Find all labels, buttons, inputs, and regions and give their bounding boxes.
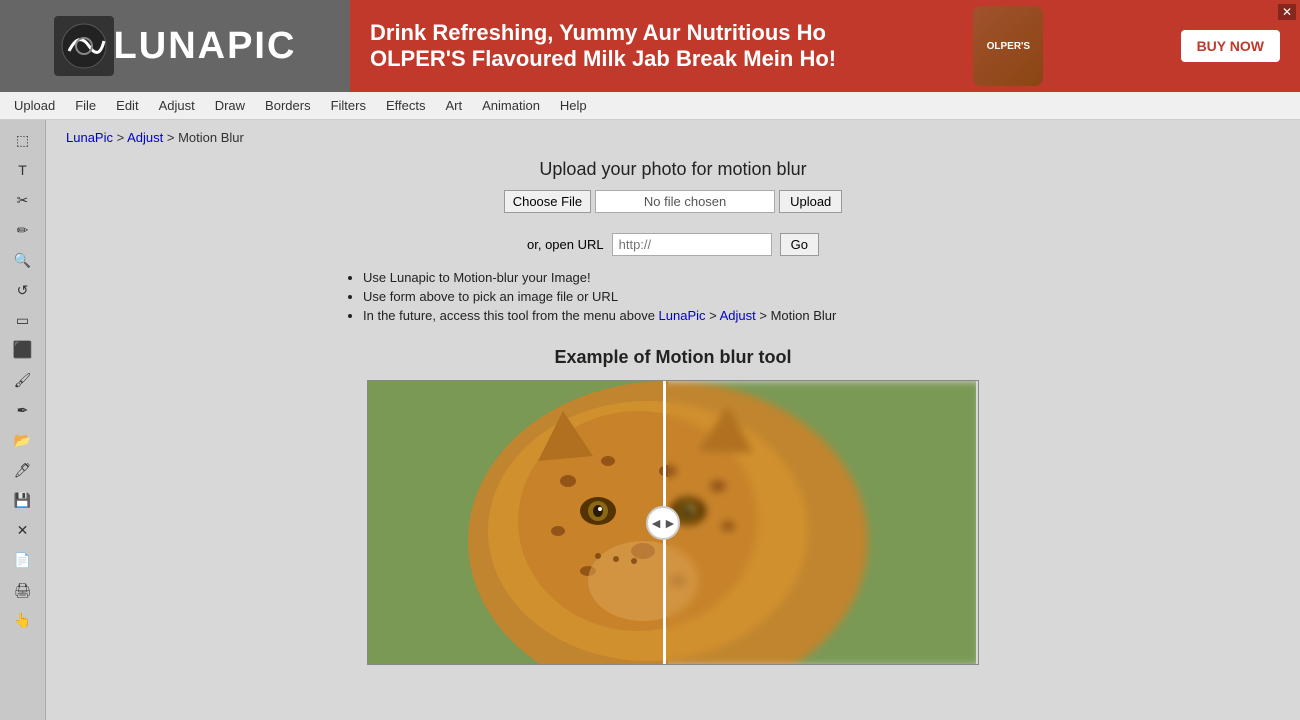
image-right-panel	[668, 381, 976, 665]
navbar: Upload File Edit Adjust Draw Borders Fil…	[0, 92, 1300, 120]
logo-label: LUNAPIC	[114, 25, 297, 68]
tool-undo[interactable]: ↺	[7, 276, 39, 304]
url-label: or, open URL	[527, 237, 604, 252]
nav-draw[interactable]: Draw	[205, 94, 255, 117]
instruction-lunapic-link[interactable]: LunaPic	[659, 308, 706, 323]
nav-animation[interactable]: Animation	[472, 94, 550, 117]
logo-text: LUNAPIC	[114, 25, 297, 68]
instructions-list: Use Lunapic to Motion-blur your Image! U…	[323, 270, 1023, 323]
tool-fill[interactable]: ⬛	[7, 336, 39, 364]
tool-new[interactable]: 📄	[7, 546, 39, 574]
example-section: Example of Motion blur tool	[66, 347, 1280, 665]
nav-art[interactable]: Art	[435, 94, 472, 117]
choose-file-button[interactable]: Choose File	[504, 190, 591, 213]
tool-pencil[interactable]: ✏	[7, 216, 39, 244]
nav-adjust[interactable]: Adjust	[149, 94, 205, 117]
breadcrumb-adjust[interactable]: Adjust	[127, 130, 163, 145]
ad-banner: ✕ Drink Refreshing, Yummy Aur Nutritious…	[350, 0, 1300, 92]
url-row: or, open URL Go	[66, 233, 1280, 256]
nav-filters[interactable]: Filters	[321, 94, 376, 117]
tool-rect[interactable]: ▭	[7, 306, 39, 334]
nav-help[interactable]: Help	[550, 94, 597, 117]
image-left-panel	[368, 381, 668, 665]
divider-handle[interactable]: ◄►	[646, 506, 680, 540]
nav-effects[interactable]: Effects	[376, 94, 436, 117]
ad-buy-button[interactable]: BUY NOW	[1181, 30, 1280, 62]
breadcrumb-sep2: >	[167, 130, 178, 145]
instruction-2: Use form above to pick an image file or …	[363, 289, 1023, 304]
tool-text[interactable]: T	[7, 156, 39, 184]
nav-borders[interactable]: Borders	[255, 94, 321, 117]
ad-text: Drink Refreshing, Yummy Aur Nutritious H…	[370, 20, 836, 72]
upload-section: Upload your photo for motion blur Choose…	[66, 159, 1280, 213]
file-upload-row: Choose File No file chosen Upload	[66, 190, 1280, 213]
logo-icon	[54, 16, 114, 76]
split-image-container: ◄►	[367, 380, 979, 665]
logo-area: LUNAPIC	[0, 0, 350, 92]
header: LUNAPIC ✕ Drink Refreshing, Yummy Aur Nu…	[0, 0, 1300, 92]
instruction-3: In the future, access this tool from the…	[363, 308, 1023, 323]
nav-edit[interactable]: Edit	[106, 94, 148, 117]
tool-eraser[interactable]: 🖊	[7, 456, 39, 484]
breadcrumb: LunaPic > Adjust > Motion Blur	[66, 130, 1280, 145]
no-file-chosen-label: No file chosen	[595, 190, 775, 213]
tool-pointer[interactable]: 👆	[7, 606, 39, 634]
tool-close[interactable]: ✕	[7, 516, 39, 544]
ad-product-image: OLPER'S	[973, 6, 1043, 86]
toolbar: ⬚ T ✂ ✏ 🔍 ↺ ▭ ⬛ 🖌 ✒ 📂 🖊 💾 ✕ 📄 🖨 👆	[0, 120, 46, 720]
tool-pen[interactable]: ✒	[7, 396, 39, 424]
breadcrumb-home[interactable]: LunaPic	[66, 130, 113, 145]
nav-upload[interactable]: Upload	[4, 94, 65, 117]
ad-close-btn[interactable]: ✕	[1278, 4, 1296, 20]
ad-line2: OLPER'S Flavoured Milk Jab Break Mein Ho…	[370, 46, 836, 72]
main-layout: ⬚ T ✂ ✏ 🔍 ↺ ▭ ⬛ 🖌 ✒ 📂 🖊 💾 ✕ 📄 🖨 👆 LunaPi…	[0, 120, 1300, 720]
breadcrumb-sep1: >	[117, 130, 128, 145]
tool-print[interactable]: 🖨	[7, 576, 39, 604]
ad-line1: Drink Refreshing, Yummy Aur Nutritious H…	[370, 20, 836, 46]
tool-zoom[interactable]: 🔍	[7, 246, 39, 274]
instruction-1: Use Lunapic to Motion-blur your Image!	[363, 270, 1023, 285]
nav-file[interactable]: File	[65, 94, 106, 117]
tool-brush[interactable]: 🖌	[7, 366, 39, 394]
ad-image-area: OLPER'S	[973, 6, 1043, 86]
instruction-adjust-link[interactable]: Adjust	[720, 308, 756, 323]
tool-select[interactable]: ⬚	[7, 126, 39, 154]
content: LunaPic > Adjust > Motion Blur Upload yo…	[46, 120, 1300, 720]
upload-button[interactable]: Upload	[779, 190, 842, 213]
go-button[interactable]: Go	[780, 233, 819, 256]
upload-title: Upload your photo for motion blur	[66, 159, 1280, 180]
breadcrumb-page: Motion Blur	[178, 130, 244, 145]
tool-cut[interactable]: ✂	[7, 186, 39, 214]
ad-brand-label: OLPER'S	[987, 41, 1031, 52]
tool-save[interactable]: 💾	[7, 486, 39, 514]
url-input[interactable]	[612, 233, 772, 256]
tool-open[interactable]: 📂	[7, 426, 39, 454]
example-title: Example of Motion blur tool	[66, 347, 1280, 368]
